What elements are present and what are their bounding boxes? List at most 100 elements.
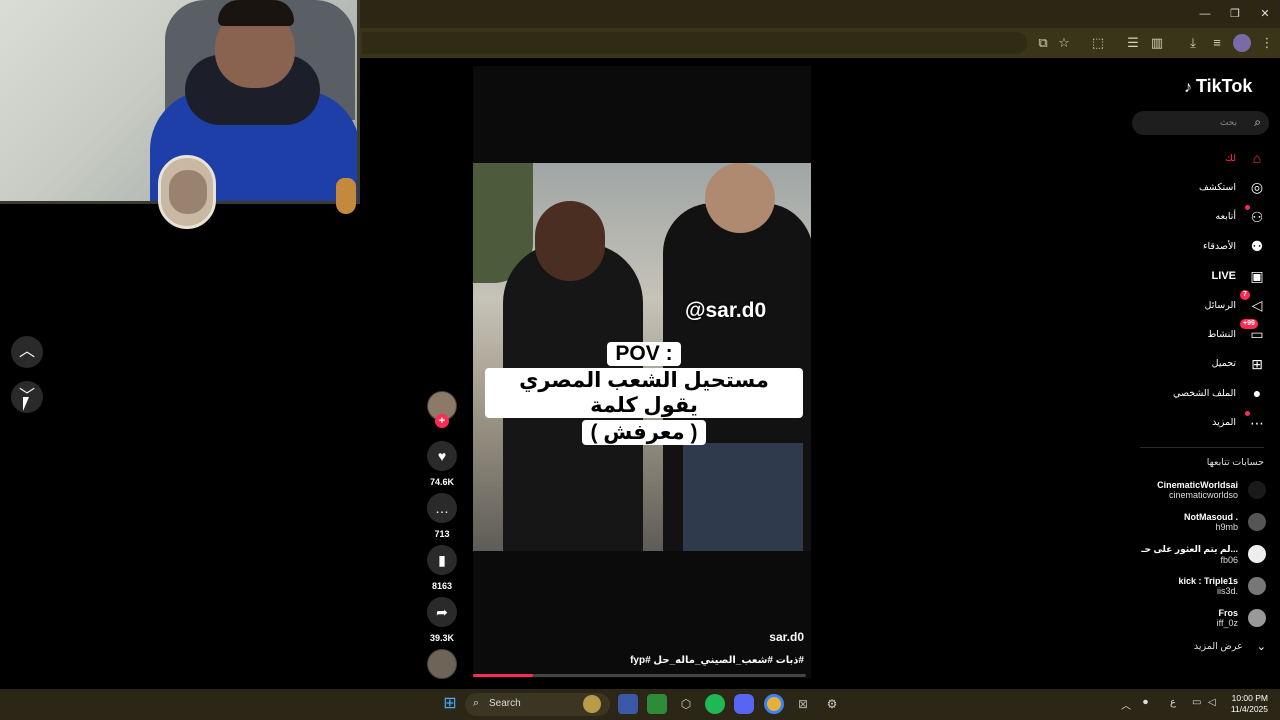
cast-icon[interactable]: ⧉ (1034, 34, 1052, 52)
comment-button[interactable]: … (427, 493, 457, 523)
clock-time: 10:00 PM (1231, 693, 1268, 703)
see-more-button[interactable]: عرض المزيد ⌄ (1146, 640, 1266, 653)
following-account[interactable]: Fros iff_0z (1116, 604, 1266, 632)
chrome-icon[interactable] (764, 694, 784, 714)
sidebar-item-more[interactable]: المزيد ⋯ (1126, 410, 1266, 435)
video-author-username[interactable]: sar.d0 (760, 630, 804, 644)
search-input[interactable]: بحث ⌕ (1132, 111, 1269, 135)
sidebar-item-following[interactable]: أتابعه ⚇ (1126, 204, 1266, 229)
media-control-icon[interactable]: ≡ (1208, 34, 1226, 52)
sidebar-item-activity[interactable]: النشاط ▭ +99 (1126, 319, 1266, 346)
caption-line-1: POV : (607, 342, 681, 366)
minecraft-icon[interactable] (647, 694, 667, 714)
search-icon: ⌕ (473, 697, 480, 709)
reading-list-icon[interactable]: ☰ (1124, 34, 1142, 52)
video-content[interactable]: @sar.d0 POV : مستحيل الشعب المصري يقول ك… (473, 163, 811, 551)
search-placeholder: بحث (1219, 117, 1237, 127)
follow-button[interactable]: + (435, 414, 449, 428)
extensions-icon[interactable]: ⬚ (1089, 34, 1107, 52)
minimize-button[interactable]: — (1196, 6, 1214, 22)
account-text: NotMasoud . h9mb (1184, 512, 1238, 532)
like-count: 74.6K (429, 477, 455, 487)
tiktok-logo[interactable]: ♪ TikTok (1184, 76, 1252, 97)
bookmark-star-icon[interactable]: ☆ (1055, 34, 1073, 52)
spotify-icon[interactable] (705, 694, 725, 714)
save-count: 8163 (431, 581, 453, 591)
sidebar-item-label: النشاط (1207, 328, 1236, 340)
caption-line-2: مستحيل الشعب المصري يقول كلمة (485, 368, 803, 418)
account-name: لم يتم العثور على حـ... (1141, 543, 1238, 554)
download-icon[interactable]: ⤓ (1184, 34, 1202, 52)
taskbar-clock[interactable]: 10:00 PM 11/4/2025 (1231, 693, 1268, 715)
unity-icon[interactable]: ⬡ (676, 694, 696, 714)
see-more-label: عرض المزيد (1193, 641, 1243, 652)
side-panel-icon[interactable]: ▥ (1148, 34, 1166, 52)
following-account[interactable]: kick : Triple1s iis3d. (1116, 572, 1266, 600)
close-button[interactable]: ✕ (1256, 6, 1274, 22)
video-hashtags[interactable]: #ذبات #شعب_الصيني_ماله_حل #fyp (560, 655, 804, 666)
video-person1-head (535, 201, 605, 281)
sidebar-item-friends[interactable]: الأصدقاء ⚉ (1126, 234, 1266, 258)
sound-disc-icon[interactable] (427, 649, 457, 679)
share-icon: ➦ (436, 604, 448, 620)
compass-icon: ◎ (1250, 179, 1264, 196)
windows-taskbar: ⊞ ⌕ Search ⬡ ⊠ ⚙ ︿ ⏺ ع ▭ ◁ 10:00 PM 11/4… (0, 689, 1280, 720)
tiktok-note-icon: ♪ (1184, 79, 1192, 96)
sidebar-item-label: استكشف (1198, 181, 1236, 193)
browser-menu-icon[interactable]: ⋮ (1258, 34, 1276, 52)
activity-icon: ▭ +99 (1240, 319, 1266, 343)
microphone-icon[interactable]: ⏺ (1143, 697, 1148, 708)
sidebar-item-messages[interactable]: الرسائل ◁ 7 (1126, 290, 1266, 317)
previous-video-button[interactable]: ︿ (11, 336, 43, 368)
sidebar-item-upload[interactable]: تحميل ⊞ (1126, 352, 1266, 376)
tray-overflow-icon[interactable]: ︿ (1121, 697, 1131, 712)
save-button[interactable]: ▮ (427, 545, 457, 575)
following-account[interactable]: لم يتم العثور على حـ... fb06 (1116, 540, 1266, 568)
taskbar-search-label: Search (489, 698, 521, 709)
sidebar-item-home[interactable]: لك ⌂ (1126, 146, 1266, 170)
volume-icon[interactable]: ◁ (1208, 697, 1216, 708)
input-language[interactable]: ع (1170, 697, 1176, 708)
share-count: 39.3K (429, 633, 455, 643)
caption-line-3: ( معرفش ) (582, 420, 706, 445)
avatar (1248, 481, 1266, 499)
sidebar-item-profile[interactable]: الملف الشخصي ● (1126, 381, 1266, 405)
avatar (1248, 577, 1266, 595)
share-button[interactable]: ➦ (427, 597, 457, 627)
video-progress-bar[interactable] (473, 674, 806, 677)
avatar (1248, 545, 1266, 563)
sidebar-item-label: LIVE (1211, 269, 1236, 282)
notification-dot (1245, 204, 1250, 210)
notification-badge: +99 (1240, 319, 1258, 330)
profile-avatar-icon[interactable] (1233, 34, 1251, 52)
avatar (1248, 609, 1266, 627)
like-button[interactable]: ♥ (427, 441, 457, 471)
comment-icon: … (435, 500, 449, 516)
sidebar-item-live[interactable]: LIVE ▣ (1126, 264, 1266, 288)
following-account[interactable]: CinematicWorldsai cinematicworldso (1116, 476, 1266, 504)
following-account[interactable]: NotMasoud . h9mb (1116, 508, 1266, 536)
address-bar[interactable] (362, 32, 1027, 54)
search-icon[interactable]: ⌕ (1254, 115, 1261, 130)
sidebar-item-label: لك (1225, 152, 1236, 164)
app-icon-3[interactable]: ⚙ (822, 694, 842, 714)
account-name: kick : Triple1s (1178, 576, 1238, 586)
taskbar-search[interactable]: ⌕ Search (465, 693, 610, 716)
app-icon-2[interactable]: ⊠ (793, 694, 813, 714)
discord-icon[interactable] (734, 694, 754, 714)
sidebar-item-label: الأصدقاء (1202, 240, 1236, 252)
account-handle: iis3d. (1216, 586, 1238, 596)
account-handle: h9mb (1215, 522, 1238, 532)
webcam-person-hair (218, 0, 294, 26)
restore-button[interactable]: ❐ (1226, 6, 1244, 22)
app-icon-1[interactable] (618, 694, 638, 714)
windows-start-icon[interactable]: ⊞ (440, 694, 460, 714)
sticker-face (169, 170, 207, 214)
more-icon: ⋯ (1245, 410, 1266, 432)
heart-icon: ♥ (437, 448, 447, 464)
sidebar-item-compass[interactable]: استكشف ◎ (1126, 175, 1266, 199)
sidebar-divider (1140, 447, 1264, 448)
sidebar-item-label: الملف الشخصي (1173, 387, 1236, 399)
avatar (1248, 513, 1266, 531)
network-icon[interactable]: ▭ (1192, 697, 1201, 708)
